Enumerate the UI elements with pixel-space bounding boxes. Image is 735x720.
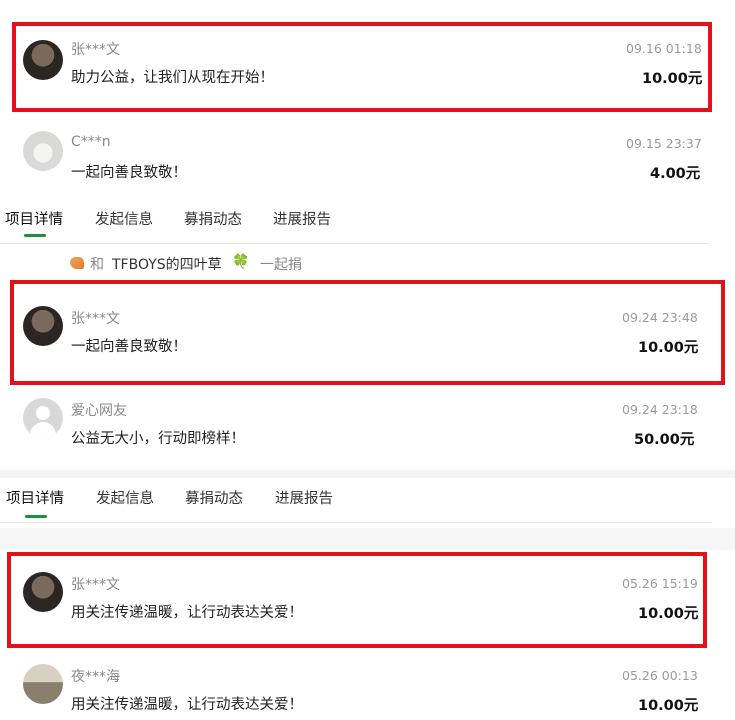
- donation-time: 05.26 00:13: [622, 668, 698, 683]
- section-separator: [0, 528, 735, 550]
- and-label: 和: [90, 257, 104, 273]
- donation-record[interactable]: 爱心网友 09.24 23:18 公益无大小，行动即榜样！ 50.00元: [0, 388, 735, 468]
- fan-group-name[interactable]: TFBOYS的四叶草: [112, 254, 222, 274]
- donor-name: 夜***海: [71, 669, 120, 685]
- tab-bar: 项目详情 发起信息 募捐动态 进展报告: [0, 198, 710, 248]
- donor-avatar[interactable]: [23, 398, 63, 438]
- active-tab-indicator: [25, 515, 47, 518]
- tab-initiator-info[interactable]: 发起信息: [96, 487, 154, 508]
- fan-group-row: 和 TFBOYS的四叶草 🍀 一起捐: [70, 254, 470, 276]
- highlight-box: [12, 22, 712, 112]
- donation-amount: 4.00元: [650, 166, 701, 182]
- highlight-box: [7, 552, 707, 648]
- tab-project-details[interactable]: 项目详情: [6, 487, 64, 508]
- divider: [0, 522, 712, 523]
- donation-record[interactable]: C***n 09.15 23:37 一起向善良致敬！ 4.00元: [0, 115, 735, 195]
- donor-avatar[interactable]: [23, 664, 63, 704]
- tab-project-details[interactable]: 项目详情: [5, 208, 63, 229]
- tab-progress-report[interactable]: 进展报告: [273, 208, 331, 229]
- together-label: 一起捐: [260, 257, 302, 273]
- donation-panel-1: 张***文 09.16 01:18 助力公益，让我们从现在开始！ 10.00元 …: [0, 0, 735, 200]
- donor-name: 爱心网友: [71, 403, 127, 419]
- donation-panel-2: 和 TFBOYS的四叶草 🍀 一起捐 张***文 09.24 23:48 一起向…: [0, 248, 735, 470]
- donation-record[interactable]: 夜***海 05.26 00:13 用关注传递温暖，让行动表达关爱！ 10.00…: [0, 650, 735, 720]
- clover-icon: 🍀: [232, 254, 250, 270]
- donation-time: 09.15 23:37: [626, 136, 702, 151]
- donation-amount: 10.00元: [638, 698, 699, 714]
- tab-donation-updates[interactable]: 募捐动态: [184, 208, 242, 229]
- donation-message: 一起向善良致敬！: [71, 165, 187, 181]
- donor-name: C***n: [71, 134, 111, 150]
- donor-avatar[interactable]: [23, 131, 63, 171]
- donation-time: 09.24 23:18: [622, 402, 698, 417]
- tab-donation-updates[interactable]: 募捐动态: [185, 487, 243, 508]
- heart-hands-icon: [70, 257, 84, 269]
- tab-bar: 项目详情 发起信息 募捐动态 进展报告: [0, 478, 715, 528]
- section-separator: [0, 470, 735, 478]
- highlight-box: [10, 280, 725, 385]
- donation-message: 公益无大小，行动即榜样！: [71, 431, 245, 447]
- donation-panel-3: 张***文 05.26 15:19 用关注传递温暖，让行动表达关爱！ 10.00…: [0, 550, 735, 720]
- tab-initiator-info[interactable]: 发起信息: [95, 208, 153, 229]
- donation-amount: 50.00元: [634, 432, 695, 448]
- active-tab-indicator: [24, 234, 46, 237]
- divider: [0, 243, 708, 244]
- tab-progress-report[interactable]: 进展报告: [275, 487, 333, 508]
- donation-message: 用关注传递温暖，让行动表达关爱！: [71, 697, 303, 713]
